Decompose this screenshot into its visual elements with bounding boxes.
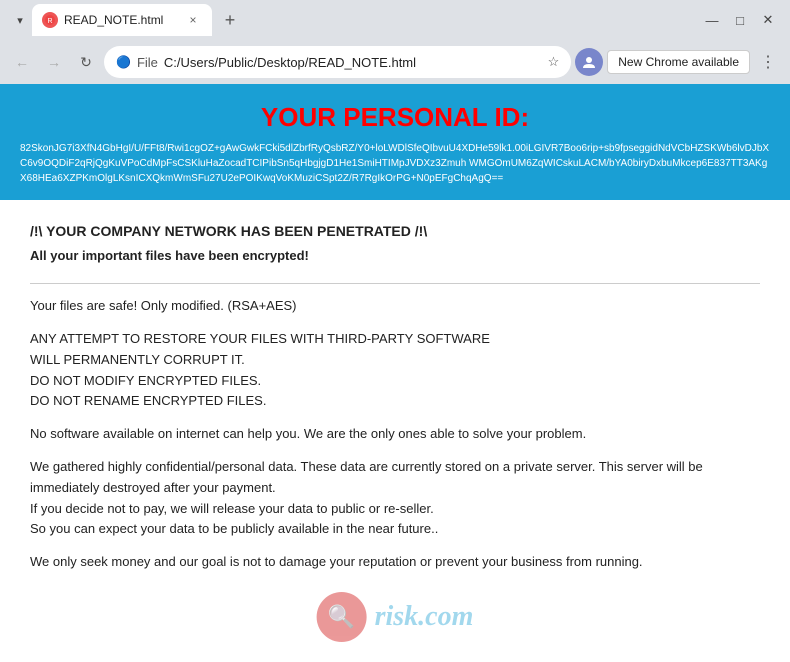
info-icon: 🔵 [116,55,131,69]
files-encrypted-subheadline: All your important files have been encry… [30,246,760,267]
omnibar-row: ← → ↻ 🔵 File C:/Users/Public/Desktop/REA… [0,40,790,84]
money-paragraph: We only seek money and our goal is not t… [30,552,760,573]
warning-line-4: DO NOT RENAME ENCRYPTED FILES. [30,393,266,408]
personal-id-title: YOUR PERSONAL ID: [20,102,770,133]
tab-list-button[interactable]: ▾ [8,8,32,32]
warning-paragraph: ANY ATTEMPT TO RESTORE YOUR FILES WITH T… [30,329,760,412]
page-content: YOUR PERSONAL ID: 82SkonJG7i3XfN4GbHgI/U… [0,84,790,662]
close-button[interactable]: ✕ [754,6,782,34]
divider-1 [30,283,760,284]
rsa-aes-paragraph: Your files are safe! Only modified. (RSA… [30,296,760,317]
tab-bar-row: ▾ R READ_NOTE.html × + — □ ✕ [0,0,790,40]
browser-chrome: ▾ R READ_NOTE.html × + — □ ✕ ← → ↻ 🔵 Fil… [0,0,790,84]
tab-favicon: R [42,12,58,28]
watermark-text: risk.com [375,601,474,633]
minimize-button[interactable]: — [698,6,726,34]
bookmark-star[interactable]: ☆ [548,54,560,70]
warning-line-3: DO NOT MODIFY ENCRYPTED FILES. [30,373,261,388]
tab-close-button[interactable]: × [184,11,202,29]
more-menu-button[interactable]: ⋮ [754,48,782,76]
profile-button[interactable] [575,48,603,76]
network-penetrated-headline: /!\ YOUR COMPANY NETWORK HAS BEEN PENETR… [30,220,760,242]
ransomware-header: YOUR PERSONAL ID: 82SkonJG7i3XfN4GbHgI/U… [0,84,790,200]
new-chrome-button[interactable]: New Chrome available [607,50,750,74]
forward-button[interactable]: → [40,48,68,76]
back-button[interactable]: ← [8,48,36,76]
no-software-paragraph: No software available on internet can he… [30,424,760,445]
svg-text:R: R [47,18,52,25]
ransom-note-content: /!\ YOUR COMPANY NETWORK HAS BEEN PENETR… [0,200,790,605]
address-bar[interactable]: 🔵 File C:/Users/Public/Desktop/READ_NOTE… [104,46,571,78]
warning-line-1: ANY ATTEMPT TO RESTORE YOUR FILES WITH T… [30,331,490,346]
new-tab-button[interactable]: + [216,6,244,34]
active-tab[interactable]: R READ_NOTE.html × [32,4,212,36]
url-scheme: File [137,55,158,70]
data-threat-paragraph: We gathered highly confidential/personal… [30,457,760,540]
refresh-button[interactable]: ↻ [72,48,100,76]
maximize-button[interactable]: □ [726,6,754,34]
warning-line-2: WILL PERMANENTLY CORRUPT IT. [30,352,245,367]
personal-id-value: 82SkonJG7i3XfN4GbHgI/U/FFt8/Rwi1cgOZ+gAw… [20,141,770,186]
tab-title: READ_NOTE.html [64,13,178,27]
url-path: C:/Users/Public/Desktop/READ_NOTE.html [164,55,416,70]
